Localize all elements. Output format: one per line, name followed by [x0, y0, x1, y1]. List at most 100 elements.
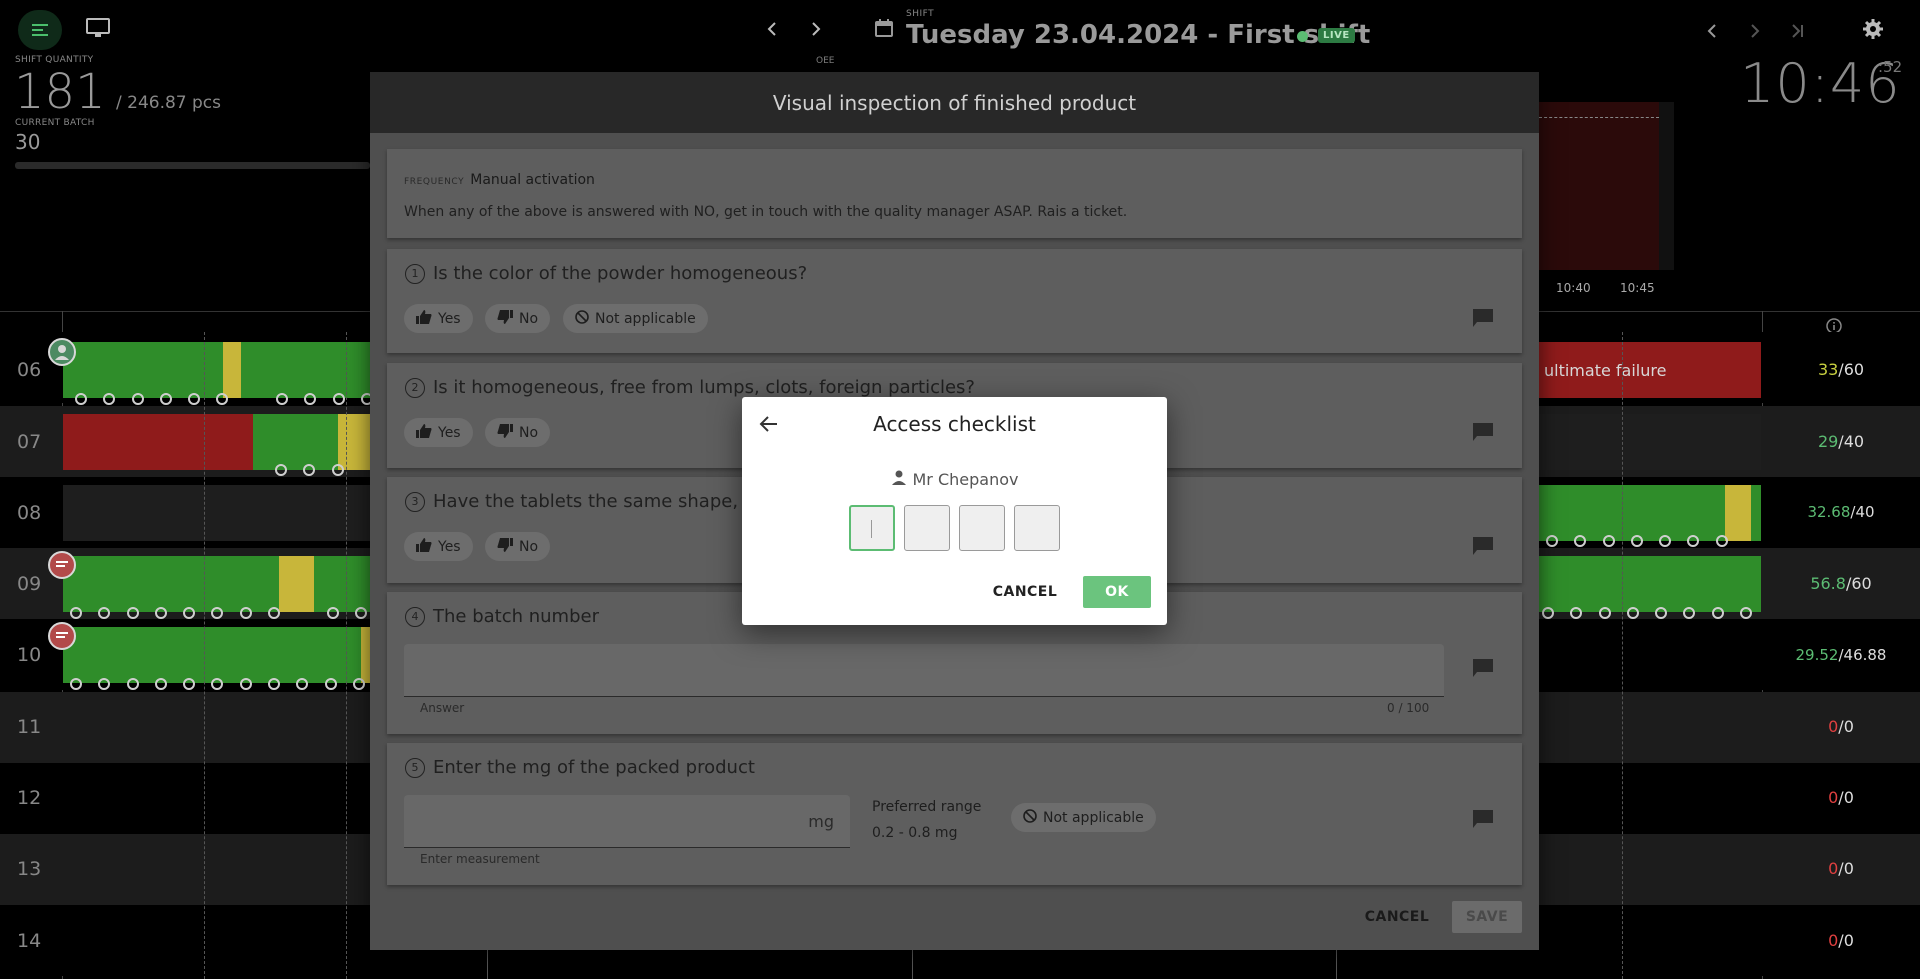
marker[interactable] — [331, 464, 344, 476]
marker[interactable] — [332, 393, 345, 405]
marker[interactable] — [1574, 535, 1587, 547]
marker[interactable] — [304, 393, 317, 405]
pin-digit-input[interactable] — [1014, 505, 1060, 551]
marker[interactable] — [1546, 535, 1558, 547]
production-segment[interactable] — [1725, 485, 1751, 541]
previous-shift-button[interactable] — [762, 18, 782, 42]
menu-button[interactable] — [18, 10, 62, 50]
no-button[interactable]: No — [485, 532, 551, 561]
pin-digit-input[interactable] — [849, 505, 895, 551]
production-segment[interactable] — [1751, 485, 1761, 541]
modal-save-button[interactable]: SAVE — [1452, 901, 1522, 933]
no-button[interactable]: No — [485, 304, 551, 333]
modal-cancel-button[interactable]: CANCEL — [1358, 901, 1436, 933]
production-segment[interactable]: ultimate failure — [1539, 342, 1761, 398]
production-segment[interactable] — [279, 556, 314, 612]
batch-number-input[interactable] — [404, 644, 1444, 697]
marker[interactable] — [126, 678, 139, 690]
marker[interactable] — [1715, 535, 1728, 547]
marker[interactable] — [183, 678, 196, 690]
marker[interactable] — [98, 607, 111, 619]
marker[interactable] — [1542, 607, 1554, 619]
production-segment[interactable] — [63, 556, 279, 612]
marker[interactable] — [70, 607, 82, 619]
marker[interactable] — [188, 393, 201, 405]
marker[interactable] — [1602, 535, 1615, 547]
marker[interactable] — [1598, 607, 1611, 619]
marker[interactable] — [1626, 607, 1639, 619]
operator-avatar[interactable] — [48, 338, 76, 366]
pin-digit-input[interactable] — [904, 505, 950, 551]
marker[interactable] — [1630, 535, 1643, 547]
yes-button[interactable]: Yes — [404, 532, 473, 561]
marker[interactable] — [268, 678, 281, 690]
timeline-end-button[interactable] — [1786, 20, 1810, 44]
marker[interactable] — [276, 393, 289, 405]
production-segment[interactable] — [1539, 485, 1725, 541]
marker[interactable] — [275, 464, 287, 476]
marker[interactable] — [303, 464, 316, 476]
production-segment[interactable] — [63, 342, 223, 398]
comment-icon[interactable] — [1472, 658, 1494, 682]
marker[interactable] — [216, 393, 229, 405]
pin-digit-input[interactable] — [959, 505, 1005, 551]
marker[interactable] — [1740, 607, 1753, 619]
marker[interactable] — [211, 607, 224, 619]
marker[interactable] — [354, 607, 367, 619]
dialog-cancel-button[interactable]: CANCEL — [989, 576, 1061, 608]
marker[interactable] — [239, 607, 252, 619]
production-segment[interactable] — [253, 414, 338, 470]
marker[interactable] — [211, 678, 224, 690]
marker[interactable] — [326, 607, 339, 619]
comment-icon[interactable] — [1472, 809, 1494, 833]
production-segment[interactable] — [1539, 414, 1761, 470]
dialog-ok-button[interactable]: OK — [1083, 576, 1151, 608]
not-applicable-button[interactable]: Not applicable — [563, 304, 708, 333]
marker[interactable] — [1570, 607, 1583, 619]
marker[interactable] — [70, 678, 82, 690]
production-segment[interactable] — [63, 627, 361, 683]
marker[interactable] — [239, 678, 252, 690]
yes-button[interactable]: Yes — [404, 418, 473, 447]
production-segment[interactable] — [1539, 556, 1761, 612]
production-segment[interactable] — [223, 342, 241, 398]
comment-icon[interactable] — [1472, 422, 1494, 446]
marker[interactable] — [154, 607, 167, 619]
marker[interactable] — [159, 393, 172, 405]
production-segment[interactable] — [314, 556, 371, 612]
marker[interactable] — [1711, 607, 1724, 619]
comment-icon[interactable] — [1472, 536, 1494, 560]
production-segment[interactable] — [241, 342, 371, 398]
yes-button[interactable]: Yes — [404, 304, 473, 333]
marker[interactable] — [183, 607, 196, 619]
settings-button[interactable] — [1860, 18, 1886, 44]
production-segment[interactable] — [63, 414, 253, 470]
marker[interactable] — [1659, 535, 1672, 547]
marker[interactable] — [98, 678, 111, 690]
timeline-forward-button[interactable] — [1745, 20, 1765, 44]
marker[interactable] — [324, 678, 337, 690]
calendar-button[interactable] — [874, 18, 894, 42]
marker[interactable] — [352, 678, 365, 690]
marker[interactable] — [75, 393, 87, 405]
next-shift-button[interactable] — [806, 18, 826, 42]
marker[interactable] — [268, 607, 281, 619]
timeline-back-button[interactable] — [1702, 20, 1722, 44]
not-applicable-button[interactable]: Not applicable — [1011, 803, 1156, 832]
comment-pin[interactable] — [48, 551, 76, 579]
comment-pin[interactable] — [48, 622, 76, 650]
monitor-button[interactable] — [82, 16, 114, 44]
marker[interactable] — [154, 678, 167, 690]
production-segment[interactable] — [338, 414, 371, 470]
no-button[interactable]: No — [485, 418, 551, 447]
marker[interactable] — [126, 607, 139, 619]
marker[interactable] — [1655, 607, 1668, 619]
marker[interactable] — [296, 678, 309, 690]
marker[interactable] — [131, 393, 144, 405]
comment-icon[interactable] — [1472, 308, 1494, 332]
marker[interactable] — [1683, 607, 1696, 619]
marker[interactable] — [103, 393, 116, 405]
measurement-input[interactable]: mg — [404, 795, 850, 848]
production-segment[interactable] — [63, 485, 371, 541]
marker[interactable] — [1687, 535, 1700, 547]
